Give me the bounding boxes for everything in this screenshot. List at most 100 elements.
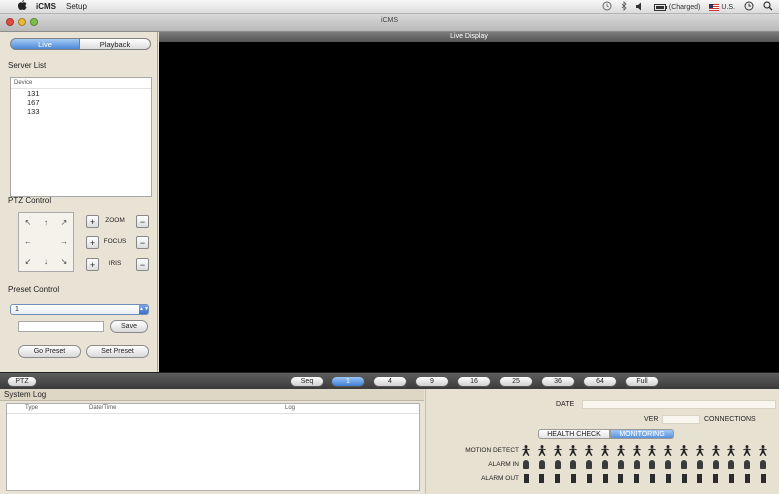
focus-out-button[interactable]: − [136, 236, 149, 249]
spotlight-search-icon[interactable] [763, 1, 773, 13]
layout-toolbar: PTZ Seq 1 4 9 16 25 36 64 Full [0, 372, 779, 389]
set-preset-button[interactable]: Set Preset [86, 345, 149, 358]
pan-up-right-button[interactable]: ↗ [55, 213, 73, 232]
alarm-in-indicator-icon [617, 460, 624, 469]
zoom-in-button[interactable]: + [86, 215, 99, 228]
layout-4-button[interactable]: 4 [373, 376, 407, 387]
motion-detect-label: MOTION DETECT [465, 447, 519, 454]
tilt-down-button[interactable]: ↓ [37, 252, 55, 271]
date-label: DATE [556, 401, 575, 408]
pan-up-left-button[interactable]: ↖ [19, 213, 37, 232]
pan-left-button[interactable]: ← [19, 232, 37, 251]
volume-icon[interactable] [635, 2, 645, 13]
alarm-in-indicator-icon [760, 460, 766, 469]
setup-menu[interactable]: Setup [66, 2, 87, 11]
layout-full-button[interactable]: Full [625, 376, 659, 387]
layout-25-button[interactable]: 25 [499, 376, 533, 387]
left-panel: Live Playback Server List Device 131 167… [0, 32, 158, 372]
device-item-133[interactable]: 133 [11, 107, 151, 116]
alarm-out-indicator-icon [649, 474, 655, 483]
live-video-area[interactable] [159, 42, 779, 372]
battery-icon [653, 3, 667, 11]
log-col-log[interactable]: Log [285, 405, 295, 411]
app-menu[interactable]: iCMS [36, 2, 56, 11]
ver-label: VER [644, 416, 659, 423]
menu-bar: iCMS Setup (Charged) U.S. [0, 0, 779, 14]
zoom-out-button[interactable]: − [136, 215, 149, 228]
live-display-header: Live Display [159, 32, 779, 42]
motion-figure-icon [695, 445, 705, 456]
input-source[interactable]: U.S. [709, 3, 735, 11]
ver-value [662, 415, 700, 424]
pan-down-right-button[interactable]: ↘ [55, 252, 73, 271]
clock-icon[interactable] [744, 1, 754, 13]
window-title: iCMS [380, 17, 399, 24]
alarm-out-indicator-icon [539, 474, 545, 483]
preset-control-title: Preset Control [8, 285, 60, 294]
save-preset-button[interactable]: Save [110, 320, 148, 333]
focus-label: FOCUS [103, 238, 127, 245]
alarm-in-indicator-icon [554, 460, 561, 469]
tab-health-check[interactable]: HEALTH CHECK [538, 429, 610, 439]
preset-name-input[interactable] [18, 321, 104, 332]
layout-36-button[interactable]: 36 [541, 376, 575, 387]
motion-figure-icon [568, 445, 578, 456]
ptz-direction-pad: ↖ ↑ ↗ ← → ↙ ↓ ↘ [18, 212, 74, 272]
status-panel: DATE VER CONNECTIONS HEALTH CHECK MONITO… [425, 389, 779, 494]
layout-16-button[interactable]: 16 [457, 376, 491, 387]
alarm-in-indicator-icon [728, 460, 735, 469]
alarm-in-indicator-icon [696, 460, 703, 469]
iris-label: IRIS [108, 260, 122, 267]
server-device-list[interactable]: Device 131 167 133 [10, 77, 152, 197]
alarm-out-indicator-icon [523, 474, 529, 483]
layout-1-button[interactable]: 1 [331, 376, 365, 387]
alarm-out-indicator-icon [728, 474, 734, 483]
motion-figure-icon [584, 445, 594, 456]
alarm-out-indicator-icon [602, 474, 608, 483]
log-col-datetime[interactable]: Date/Time [89, 405, 116, 411]
alarm-in-indicator-icon [633, 460, 640, 469]
iris-open-button[interactable]: + [86, 258, 99, 271]
motion-figure-icon [663, 445, 673, 456]
log-col-type[interactable]: Type [25, 405, 38, 411]
motion-figure-icon [600, 445, 610, 456]
device-column-header[interactable]: Device [11, 78, 151, 89]
battery-text: (Charged) [668, 3, 701, 11]
layout-9-button[interactable]: 9 [415, 376, 449, 387]
connections-label: CONNECTIONS [704, 416, 756, 423]
pan-right-button[interactable]: → [55, 232, 73, 251]
apple-menu-icon[interactable] [18, 0, 28, 13]
tilt-up-button[interactable]: ↑ [37, 213, 55, 232]
alarm-in-indicator-icon [602, 460, 608, 469]
alarm-out-indicator-icon [586, 474, 592, 483]
system-log-title: System Log [0, 389, 424, 401]
motion-figure-icon [711, 445, 721, 456]
device-item-167[interactable]: 167 [11, 98, 151, 107]
tab-live[interactable]: Live [10, 38, 80, 50]
ptz-toggle-button[interactable]: PTZ [7, 376, 37, 387]
preset-select[interactable]: 1 ▲▼ [10, 304, 149, 315]
motion-figure-icon [647, 445, 657, 456]
tab-monitoring[interactable]: MONITORING [610, 429, 674, 439]
server-list-title: Server List [8, 61, 47, 70]
tab-playback[interactable]: Playback [79, 38, 151, 50]
system-log-table[interactable]: Type Date/Time Log [6, 403, 420, 491]
alarm-out-indicator-icon [713, 474, 719, 483]
pad-center [37, 232, 55, 251]
battery-status[interactable]: (Charged) [653, 3, 701, 11]
alarm-out-indicator-icon [634, 474, 640, 483]
device-item-131[interactable]: 131 [11, 89, 151, 98]
iris-close-button[interactable]: − [136, 258, 149, 271]
time-machine-icon[interactable] [602, 1, 612, 13]
go-preset-button[interactable]: Go Preset [18, 345, 81, 358]
bluetooth-icon[interactable] [621, 1, 627, 13]
layout-seq-button[interactable]: Seq [290, 376, 324, 387]
preset-select-value: 1 [15, 306, 19, 313]
alarm-out-indicator-icon [697, 474, 703, 483]
alarm-in-indicator-icon [744, 460, 751, 469]
focus-in-button[interactable]: + [86, 236, 99, 249]
alarm-out-indicator-icon [618, 474, 624, 483]
alarm-in-indicator-icon [523, 460, 529, 469]
pan-down-left-button[interactable]: ↙ [19, 252, 37, 271]
layout-64-button[interactable]: 64 [583, 376, 617, 387]
